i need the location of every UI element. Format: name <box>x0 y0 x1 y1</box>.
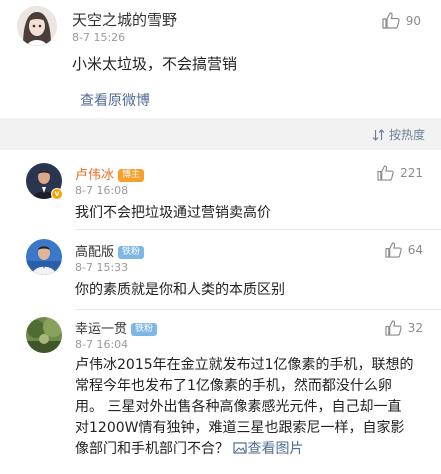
view-image-label: 查看图片 <box>247 441 304 457</box>
comment-text: 你的素质就是你和人类的本质区别 <box>75 282 285 298</box>
comment-like-count: 32 <box>407 321 423 335</box>
blogger-badge: 博主 <box>118 169 145 182</box>
thumbs-up-icon <box>377 165 394 181</box>
comment-username[interactable]: 高配版 铁粉 <box>75 241 145 260</box>
comment-username[interactable]: 卢伟冰 博主 <box>75 164 145 183</box>
comment-item: v 卢伟冰 博主 8-7 16:08 221 我们不会把垃圾通过营销卖高价 <box>0 150 441 230</box>
avatar-image <box>26 239 62 275</box>
sort-label: 按热度 <box>388 128 425 142</box>
comment-username-text: 高配版 <box>75 245 115 260</box>
post-like-button[interactable]: 90 <box>382 12 421 29</box>
post-timestamp: 8-7 15:26 <box>72 31 126 44</box>
comment-timestamp: 8-7 15:33 <box>75 261 129 274</box>
avatar[interactable] <box>26 317 62 353</box>
comment-like-button[interactable]: 221 <box>377 165 423 181</box>
sort-icon <box>372 128 385 141</box>
thumbs-up-icon <box>385 320 402 336</box>
post-content: 小米太垃圾，不会搞营销 <box>72 55 238 73</box>
fan-badge: 铁粉 <box>131 323 158 336</box>
comment-like-button[interactable]: 64 <box>385 242 423 258</box>
comment-item: 幸运一贯 铁粉 8-7 16:04 32 卢伟冰2015年在金立就发布过1亿像素的… <box>0 310 441 474</box>
comment-item: 高配版 铁粉 8-7 15:33 64 你的素质就是你和人类的本质区别 <box>0 230 441 310</box>
avatar[interactable] <box>17 6 57 46</box>
post-username[interactable]: 天空之城的雪野 <box>72 9 177 30</box>
comment-text: 卢伟冰2015年在金立就发布过1亿像素的手机，联想的常程今年也发布了1亿像素的手… <box>75 355 415 460</box>
thumbs-up-icon <box>385 242 402 258</box>
comment-username-text: 卢伟冰 <box>75 168 115 183</box>
thumbs-up-icon <box>382 12 400 29</box>
comment-username-text: 幸运一贯 <box>75 322 128 337</box>
sort-by-heat-button[interactable]: 按热度 <box>372 126 425 143</box>
verified-icon: v <box>51 188 63 200</box>
original-post: 天空之城的雪野 8-7 15:26 90 小米太垃圾，不会搞营销 查看原微博 <box>0 0 441 118</box>
avatar-image <box>26 317 62 353</box>
comment-text: 我们不会把垃圾通过营销卖高价 <box>75 205 271 221</box>
comment-like-count: 221 <box>400 166 423 180</box>
view-original-link[interactable]: 查看原微博 <box>80 90 150 110</box>
comment-username[interactable]: 幸运一贯 铁粉 <box>75 318 158 337</box>
comment-like-button[interactable]: 32 <box>385 320 423 336</box>
avatar-image <box>17 6 57 46</box>
post-like-count: 90 <box>405 13 421 28</box>
image-icon <box>233 442 248 454</box>
avatar[interactable] <box>26 239 62 275</box>
comment-like-count: 64 <box>407 243 423 257</box>
fan-badge: 铁粉 <box>118 246 145 259</box>
comment-timestamp: 8-7 16:08 <box>75 184 129 197</box>
view-image-link[interactable]: 查看图片 <box>233 441 303 457</box>
comment-timestamp: 8-7 16:04 <box>75 338 129 351</box>
sort-bar: 按热度 <box>0 118 441 150</box>
